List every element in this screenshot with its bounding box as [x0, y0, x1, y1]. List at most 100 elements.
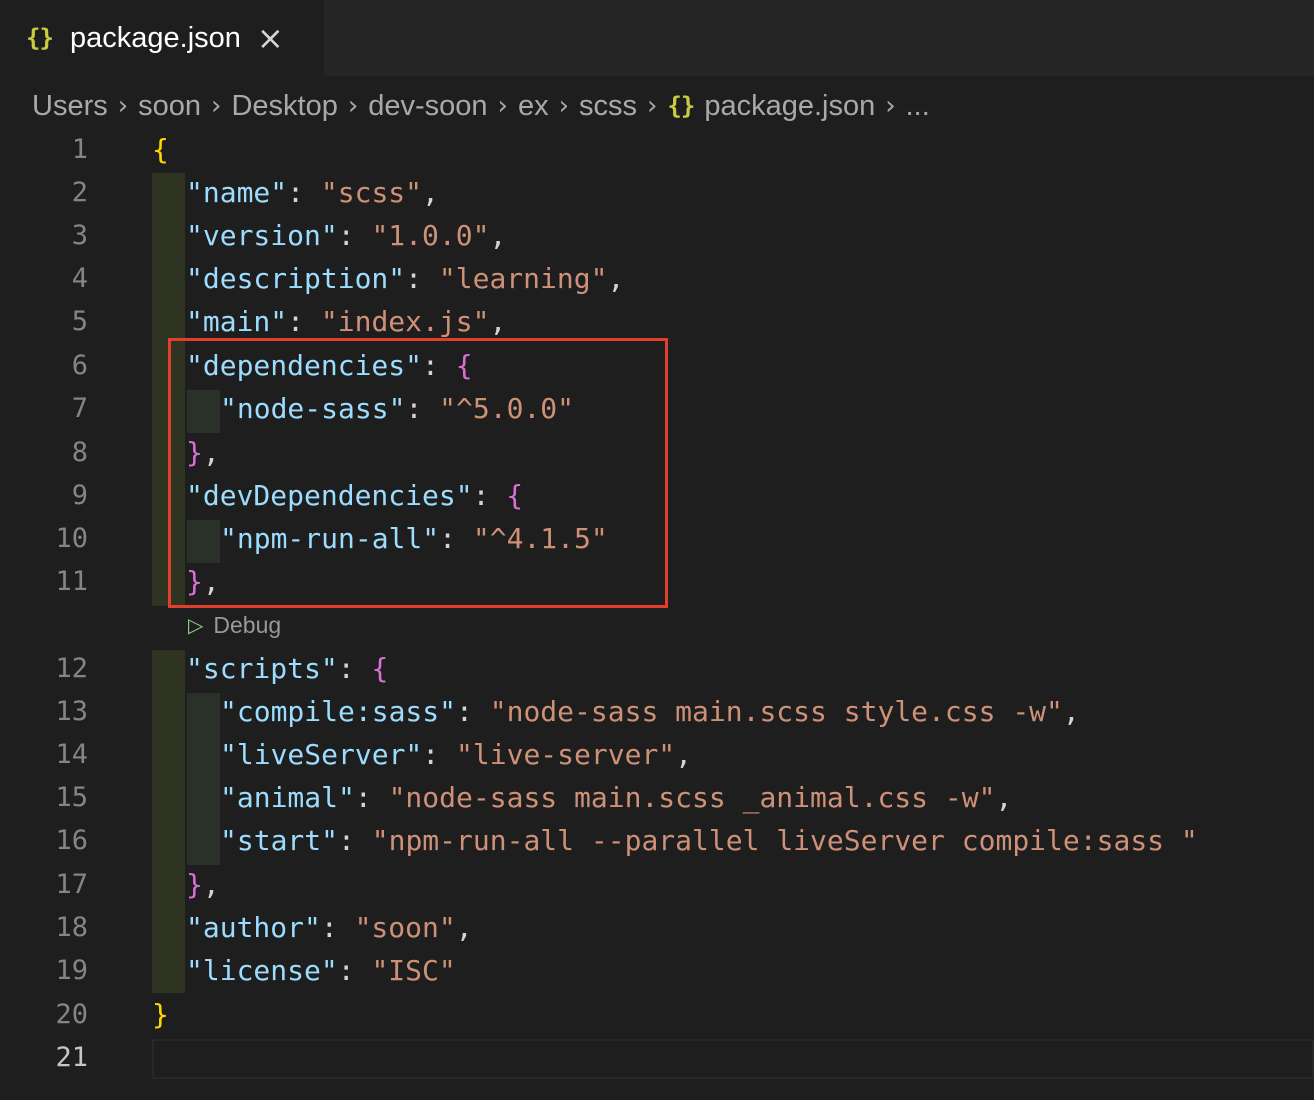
json-value: "node-sass main.scss _animal.css -w"	[388, 781, 996, 814]
json-value: "live-server"	[456, 738, 676, 771]
json-value: "1.0.0"	[371, 219, 490, 252]
tab-package-json[interactable]: {} package.json ×	[0, 0, 324, 76]
brace-close: }	[152, 998, 169, 1031]
line-content: "author": "soon",	[186, 911, 473, 944]
line-number: 18	[55, 912, 88, 943]
line-content: }	[152, 993, 169, 1036]
line-number: 8	[71, 437, 88, 468]
line-content: "animal": "node-sass main.scss _animal.c…	[220, 781, 1013, 814]
line-content: "start": "npm-run-all --parallel liveSer…	[220, 824, 1198, 857]
json-key: "license"	[186, 954, 338, 987]
line-number: 17	[55, 869, 88, 900]
json-key: "version"	[186, 219, 338, 252]
breadcrumb-item-desktop[interactable]: Desktop	[231, 90, 337, 123]
json-key: "main"	[186, 305, 288, 338]
code-line: 2 "name": "scss",	[0, 171, 1314, 214]
line-number: 9	[71, 480, 88, 511]
code-line: 20 }	[0, 993, 1314, 1036]
breadcrumb-item-soon[interactable]: soon	[138, 90, 201, 123]
close-icon[interactable]: ×	[257, 22, 284, 54]
json-value: "scss"	[320, 176, 423, 209]
json-braces-icon: {}	[667, 92, 695, 120]
json-value: "npm-run-all --parallel liveServer compi…	[371, 824, 1198, 857]
breadcrumb-item-file[interactable]: package.json	[704, 90, 875, 123]
code-line: 15 "animal": "node-sass main.scss _anima…	[0, 776, 1314, 819]
code-line: 18 "author": "soon",	[0, 906, 1314, 949]
chevron-right-icon: ›	[347, 91, 359, 121]
line-number: 3	[71, 220, 88, 251]
line-number: 15	[55, 782, 88, 813]
line-number: 10	[55, 523, 88, 554]
json-key: "author"	[186, 911, 321, 944]
code-line: 3 "version": "1.0.0",	[0, 214, 1314, 257]
line-number: 16	[55, 825, 88, 856]
code-line: 5 "main": "index.js",	[0, 300, 1314, 343]
json-key: "scripts"	[186, 652, 338, 685]
code-line: 17 },	[0, 863, 1314, 906]
json-value: "node-sass main.scss style.css -w"	[489, 695, 1063, 728]
tab-bar: {} package.json ×	[0, 0, 1314, 76]
code-line: 16 "start": "npm-run-all --parallel live…	[0, 819, 1314, 862]
line-number: 19	[55, 955, 88, 986]
code-line: 13 "compile:sass": "node-sass main.scss …	[0, 690, 1314, 733]
line-content: "name": "scss",	[186, 176, 439, 209]
line-content: {	[152, 128, 169, 171]
brace-open: {	[152, 133, 169, 166]
json-key: "start"	[220, 824, 339, 857]
line-content: "compile:sass": "node-sass main.scss sty…	[220, 695, 1080, 728]
line-number: 6	[71, 350, 88, 381]
line-number: 5	[71, 306, 88, 337]
line-number: 7	[71, 393, 88, 424]
line-number: 4	[71, 263, 88, 294]
line-number: 11	[55, 566, 88, 597]
chevron-right-icon: ›	[117, 91, 129, 121]
breadcrumb-item-ex[interactable]: ex	[518, 90, 549, 123]
json-value: "soon"	[354, 911, 456, 944]
json-braces-icon: {}	[26, 24, 54, 52]
json-key: "liveServer"	[220, 738, 423, 771]
json-value: "index.js"	[320, 305, 490, 338]
line-content: "main": "index.js",	[186, 305, 507, 338]
line-content: "license": "ISC"	[186, 954, 456, 987]
breadcrumb-item-scss[interactable]: scss	[579, 90, 637, 123]
line-number: 14	[55, 739, 88, 770]
json-key: "compile:sass"	[220, 695, 457, 728]
breadcrumb-item-dev-soon[interactable]: dev-soon	[368, 90, 487, 123]
breadcrumb: Users › soon › Desktop › dev-soon › ex ›…	[32, 84, 930, 128]
line-number: 12	[55, 653, 88, 684]
line-content: "description": "learning",	[186, 262, 625, 295]
chevron-right-icon: ›	[885, 91, 896, 121]
code-editor[interactable]: 1 { 2 "name": "scss", 3 "version": "1.0.…	[0, 128, 1314, 1100]
code-line: 21	[0, 1036, 1314, 1079]
line-number: 21	[55, 1042, 88, 1073]
line-content: "liveServer": "live-server",	[220, 738, 693, 771]
line-content: "version": "1.0.0",	[186, 219, 507, 252]
json-key: "animal"	[220, 781, 355, 814]
breadcrumb-ellipsis[interactable]: ...	[906, 90, 930, 123]
line-content: "scripts": {	[186, 652, 389, 685]
annotation-highlight-box	[168, 338, 668, 608]
chevron-right-icon: ›	[558, 91, 569, 121]
code-line: 12 "scripts": {	[0, 647, 1314, 690]
tab-title: package.json	[70, 21, 241, 54]
debug-label: Debug	[213, 611, 282, 638]
json-value: "learning"	[438, 262, 608, 295]
json-key: "description"	[186, 262, 406, 295]
line-number: 13	[55, 696, 88, 727]
code-line: 1 {	[0, 128, 1314, 171]
json-value: "ISC"	[371, 954, 456, 987]
brace-close: }	[186, 868, 203, 901]
line-number: 2	[71, 177, 88, 208]
chevron-right-icon: ›	[647, 91, 658, 121]
code-line: 19 "license": "ISC"	[0, 949, 1314, 992]
chevron-right-icon: ›	[211, 91, 222, 121]
code-line: 4 "description": "learning",	[0, 257, 1314, 300]
json-key: "name"	[186, 176, 288, 209]
code-line: 14 "liveServer": "live-server",	[0, 733, 1314, 776]
chevron-right-icon: ›	[497, 91, 508, 121]
debug-codelens[interactable]: ▷ Debug	[188, 610, 281, 640]
brace-open: {	[371, 652, 389, 685]
line-number: 20	[55, 999, 88, 1030]
line-number: 1	[71, 134, 88, 165]
breadcrumb-item-users[interactable]: Users	[32, 90, 108, 123]
